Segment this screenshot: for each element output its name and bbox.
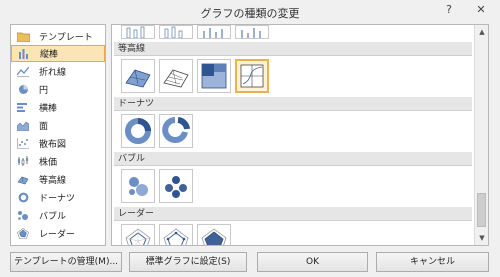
gallery-scrollbar[interactable]: ▲ ▼ (474, 25, 488, 245)
gallery-content: 等高線 ドーナツ バブル レーダー (112, 25, 474, 245)
category-bar[interactable]: 横棒 (11, 99, 105, 116)
category-scatter[interactable]: 散布図 (11, 135, 105, 152)
bar-chart-icon (16, 102, 30, 114)
category-label: 折れ線 (39, 68, 67, 78)
contour-thumb[interactable] (197, 59, 231, 93)
category-label: レーダー (39, 230, 76, 240)
chart-thumb[interactable] (235, 25, 269, 39)
category-pie[interactable]: 円 (11, 81, 105, 98)
doughnut-thumb[interactable] (121, 114, 155, 148)
category-stock[interactable]: 株価 (11, 153, 105, 170)
3d-surface-icon (125, 69, 151, 88)
cancel-button[interactable]: キャンセル (376, 252, 489, 272)
3d-bubble-icon (165, 176, 187, 198)
wireframe-surface-icon (163, 69, 189, 88)
category-doughnut[interactable]: ドーナツ (11, 189, 105, 206)
category-column[interactable]: 縦棒 (11, 45, 105, 62)
scrollbar-thumb[interactable] (477, 193, 486, 227)
category-label: 縦棒 (40, 50, 59, 60)
exploded-doughnut-icon (162, 117, 190, 143)
contour-icon (201, 63, 227, 89)
ok-button[interactable]: OK (257, 252, 368, 272)
chart-category-list: テンプレート 縦棒 折れ線 円 横棒 面 散布図 株価 等高線 ドーナツ バブル… (10, 24, 106, 246)
dialog-title: グラフの種類の変更 (200, 7, 300, 20)
category-bubble[interactable]: バブル (11, 207, 105, 224)
scatter-chart-icon (16, 138, 30, 150)
bubble-icon (129, 177, 148, 196)
category-label: 株価 (39, 158, 58, 168)
scroll-up-icon[interactable]: ▲ (475, 25, 488, 39)
filled-radar-icon (201, 228, 227, 245)
radar-chart-icon (16, 228, 30, 240)
category-label: 横棒 (39, 104, 58, 114)
category-line[interactable]: 折れ線 (11, 63, 105, 80)
section-header-surface: 等高線 (114, 42, 472, 56)
exploded-doughnut-thumb[interactable] (159, 114, 193, 148)
category-template[interactable]: テンプレート (11, 28, 105, 45)
wireframe-contour-thumb[interactable] (235, 59, 269, 93)
chart-thumb[interactable] (197, 25, 231, 39)
surface-chart-icon (16, 174, 30, 186)
category-radar[interactable]: レーダー (11, 225, 105, 242)
bubble-thumb[interactable] (121, 169, 155, 203)
category-area[interactable]: 面 (11, 117, 105, 134)
radar-markers-icon (163, 228, 189, 245)
bubble-chart-icon (16, 210, 30, 222)
wireframe-contour-icon (240, 64, 264, 88)
folder-icon (16, 31, 30, 43)
radar-icon (125, 228, 151, 245)
category-label: バブル (39, 212, 67, 222)
category-label: テンプレート (39, 33, 93, 43)
3d-bubble-thumb[interactable] (159, 169, 193, 203)
pie-chart-icon (16, 84, 30, 96)
chart-thumb[interactable] (159, 25, 193, 39)
help-button[interactable]: ? (438, 1, 460, 19)
section-header-doughnut: ドーナツ (114, 97, 472, 111)
stock-chart-icon (16, 156, 30, 168)
area-chart-icon (16, 120, 30, 132)
section-header-bubble: バブル (114, 152, 472, 166)
category-label: 散布図 (39, 140, 67, 150)
close-button[interactable]: ✕ (470, 1, 492, 19)
doughnut-chart-icon (16, 192, 30, 204)
column-chart-icon (17, 48, 31, 60)
section-header-radar: レーダー (114, 207, 472, 221)
line-chart-icon (16, 66, 30, 78)
radar-markers-thumb[interactable] (159, 224, 193, 245)
doughnut-icon (125, 118, 151, 144)
category-label: ドーナツ (39, 194, 76, 204)
category-label: 等高線 (39, 176, 67, 186)
category-label: 円 (39, 86, 49, 96)
radar-thumb[interactable] (121, 224, 155, 245)
filled-radar-thumb[interactable] (197, 224, 231, 245)
title-bar: グラフの種類の変更 ? ✕ (0, 0, 500, 22)
chart-type-gallery: 等高線 ドーナツ バブル レーダー ▲ ▼ (111, 24, 489, 246)
category-label: 面 (39, 122, 49, 132)
wireframe-surface-thumb[interactable] (159, 59, 193, 93)
category-surface[interactable]: 等高線 (11, 171, 105, 188)
chart-thumb[interactable] (121, 25, 155, 39)
scroll-down-icon[interactable]: ▼ (475, 231, 488, 245)
set-default-chart-button[interactable]: 標準グラフに設定(S) (129, 252, 247, 272)
manage-templates-button[interactable]: テンプレートの管理(M)... (10, 252, 122, 272)
surface-thumb[interactable] (121, 59, 155, 93)
